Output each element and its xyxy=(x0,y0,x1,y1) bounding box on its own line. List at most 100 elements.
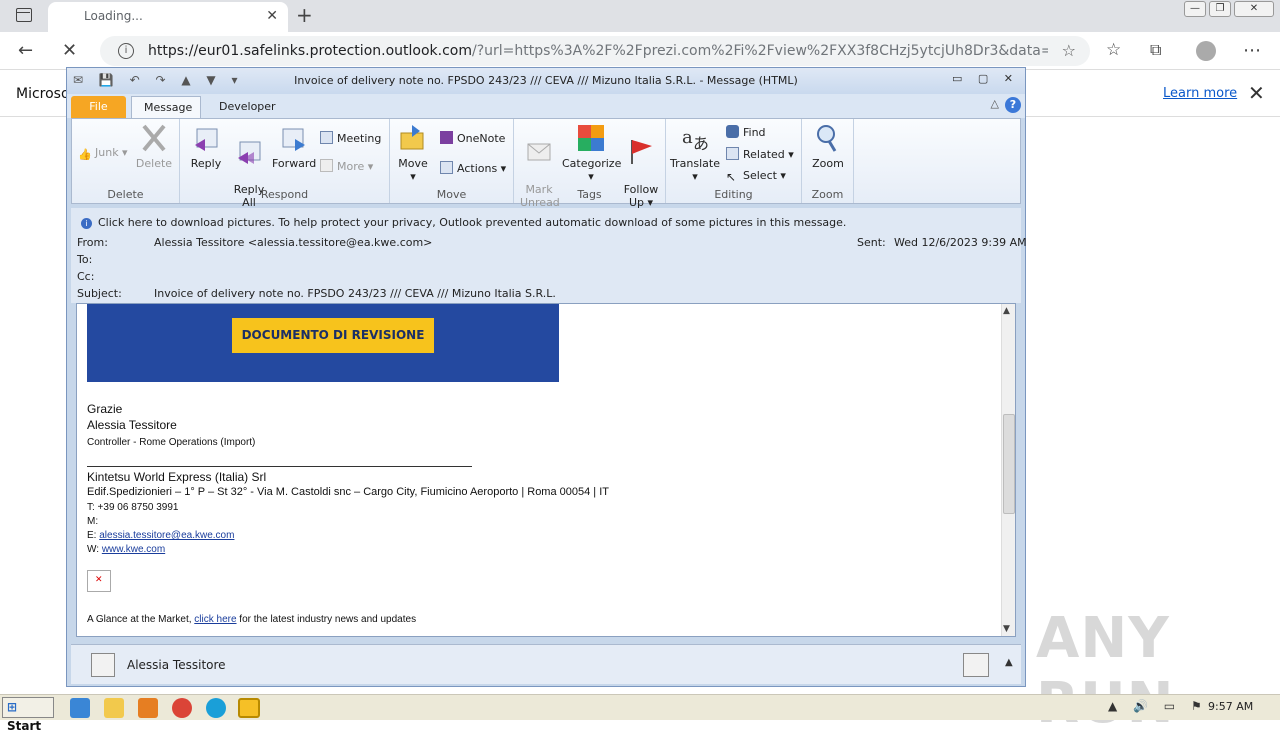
profile-avatar[interactable] xyxy=(1196,41,1216,61)
tab-message[interactable]: Message xyxy=(131,96,201,118)
move-button[interactable]: Move ▾ xyxy=(396,123,430,183)
signature-address: Edif.Spedizionieri – 1° P – St 32° - Via… xyxy=(87,486,609,498)
svg-text:a: a xyxy=(682,127,693,148)
minimize-button[interactable]: — xyxy=(1184,1,1206,17)
address-bar[interactable]: i https://eur01.safelinks.protection.out… xyxy=(100,36,1090,66)
signature-role: Controller - Rome Operations (Import) xyxy=(87,437,256,448)
tags-group-label: Tags xyxy=(577,188,602,201)
categorize-icon xyxy=(578,125,604,151)
people-pane: Alessia Tessitore ▲ xyxy=(71,644,1021,684)
close-button[interactable]: ✕ xyxy=(1234,1,1274,17)
email-prefix: E: xyxy=(87,530,100,541)
system-tray-icons[interactable]: ▲ 🔊 ▭ ⚑ xyxy=(1108,699,1208,713)
meeting-button[interactable]: Meeting xyxy=(320,131,381,145)
from-label: From: xyxy=(77,236,108,249)
categorize-label: Categorize xyxy=(562,157,622,170)
web-link[interactable]: www.kwe.com xyxy=(102,544,165,555)
broken-image-icon xyxy=(87,570,111,592)
collections-icon[interactable]: ⧉ xyxy=(1150,40,1161,60)
ribbon: 👍 Junk ▾ Delete Delete Reply Reply All Fo… xyxy=(71,118,1021,209)
learn-more-link[interactable]: Learn more xyxy=(1163,86,1237,101)
documento-di-revisione-button[interactable]: DOCUMENTO DI REVISIONE xyxy=(232,318,434,353)
glance-text: A Glance at the Market, click here for t… xyxy=(87,614,416,625)
delete-button[interactable]: Delete xyxy=(134,123,174,170)
reply-button[interactable]: Reply xyxy=(186,123,226,170)
tab-actions-icon[interactable] xyxy=(16,8,32,22)
flag-icon xyxy=(631,140,652,164)
window-controls[interactable]: ▭ ▢ ✕ xyxy=(952,72,1019,85)
scroll-up-icon[interactable]: ▲ xyxy=(1003,306,1010,316)
junk-button[interactable]: 👍 Junk ▾ xyxy=(78,146,128,161)
chrome-icon[interactable] xyxy=(172,698,192,718)
forward-button[interactable]: Forward xyxy=(272,123,316,170)
scrollbar-thumb[interactable] xyxy=(1003,414,1015,514)
translate-button[interactable]: aあ Translate ▾ xyxy=(670,123,720,183)
more-respond-button[interactable]: More ▾ xyxy=(320,159,373,173)
move-group: Move ▾ OneNote Actions ▾ Move xyxy=(390,119,514,203)
restore-button[interactable]: ❐ xyxy=(1209,1,1231,17)
tab-developer[interactable]: Developer xyxy=(207,96,288,118)
stop-loading-icon[interactable]: ✕ xyxy=(62,40,77,61)
editing-group: aあ Translate ▾ Find Related ▾ ↖ Select ▾ … xyxy=(666,119,802,203)
outlook-taskbar-icon[interactable] xyxy=(238,698,260,718)
forward-label: Forward xyxy=(272,157,317,170)
message-header: i Click here to download pictures. To hel… xyxy=(71,208,1027,303)
actions-icon xyxy=(440,161,453,174)
move-group-label: Move xyxy=(436,188,467,201)
ribbon-tabs: File Message Developer △ ? xyxy=(67,94,1025,118)
select-button[interactable]: ↖ Select ▾ xyxy=(726,169,786,184)
back-icon[interactable]: ← xyxy=(18,40,33,61)
translate-label: Translate xyxy=(670,157,720,170)
zoom-group-label: Zoom xyxy=(811,188,844,201)
site-info-icon[interactable]: i xyxy=(118,43,134,59)
body-scrollbar[interactable]: ▲ ▼ xyxy=(1001,304,1015,636)
browser-tab[interactable]: Loading... ✕ xyxy=(48,2,288,32)
related-button[interactable]: Related ▾ xyxy=(726,147,794,161)
email-link[interactable]: alessia.tessitore@ea.kwe.com xyxy=(99,530,234,541)
click-here-link[interactable]: click here xyxy=(194,614,236,625)
message-body: DOCUMENTO DI REVISIONE Grazie Alessia Te… xyxy=(76,303,1016,637)
more-menu-icon[interactable]: ⋯ xyxy=(1243,40,1261,61)
collapse-ribbon-icon[interactable]: △ xyxy=(991,97,999,110)
signature-divider xyxy=(87,466,472,467)
new-tab-icon[interactable]: + xyxy=(296,4,316,26)
scroll-down-icon[interactable]: ▼ xyxy=(1003,624,1010,634)
actions-button[interactable]: Actions ▾ xyxy=(440,161,506,175)
expand-people-pane-icon[interactable]: ▲ xyxy=(1005,657,1013,668)
more-icon xyxy=(320,159,333,172)
info-icon: i xyxy=(81,218,92,229)
favorites-icon[interactable]: ☆ xyxy=(1106,40,1121,60)
delete-label: Delete xyxy=(135,157,173,170)
contact-avatar[interactable] xyxy=(963,653,989,677)
envelope-icon xyxy=(527,143,551,161)
zoom-label: Zoom xyxy=(812,157,844,170)
onenote-button[interactable]: OneNote xyxy=(440,131,505,145)
media-player-icon[interactable] xyxy=(138,698,158,718)
ie-icon[interactable] xyxy=(70,698,90,718)
actions-label: Actions xyxy=(457,162,498,175)
close-icon[interactable]: ✕ xyxy=(1248,81,1265,105)
edge-icon[interactable] xyxy=(206,698,226,718)
related-label: Related xyxy=(743,148,785,161)
zoom-button[interactable]: Zoom xyxy=(808,123,848,170)
sender-avatar[interactable] xyxy=(91,653,115,677)
explorer-folder-icon[interactable] xyxy=(104,698,124,718)
find-button[interactable]: Find xyxy=(726,125,766,139)
url-path: /?url=https%3A%2F%2Fprezi.com%2Fi%2Fview… xyxy=(471,43,1048,59)
help-icon[interactable]: ? xyxy=(1005,97,1021,113)
tab-file[interactable]: File xyxy=(71,96,126,118)
delete-group: 👍 Junk ▾ Delete Delete xyxy=(72,119,180,203)
categorize-button[interactable]: Categorize ▾ xyxy=(562,123,622,183)
translate-icon: aあ xyxy=(682,127,709,153)
move-folder-icon xyxy=(400,125,424,150)
window-title: Invoice of delivery note no. FPSDO 243/2… xyxy=(294,74,798,87)
download-pictures-infobar[interactable]: i Click here to download pictures. To hel… xyxy=(81,216,846,229)
tab-close-icon[interactable]: ✕ xyxy=(266,8,278,24)
from-value[interactable]: Alessia Tessitore <alessia.tessitore@ea.… xyxy=(154,236,432,249)
start-label: Start xyxy=(7,719,42,733)
sent-label: Sent: xyxy=(857,236,886,249)
start-button[interactable]: ⊞ Start xyxy=(2,697,54,733)
add-favorite-icon[interactable]: ☆ xyxy=(1062,41,1076,60)
outlook-message-window: ✉ 💾 ↶ ↷ ▲ ▼ ▾ Invoice of delivery note n… xyxy=(66,67,1027,687)
find-label: Find xyxy=(743,126,766,139)
